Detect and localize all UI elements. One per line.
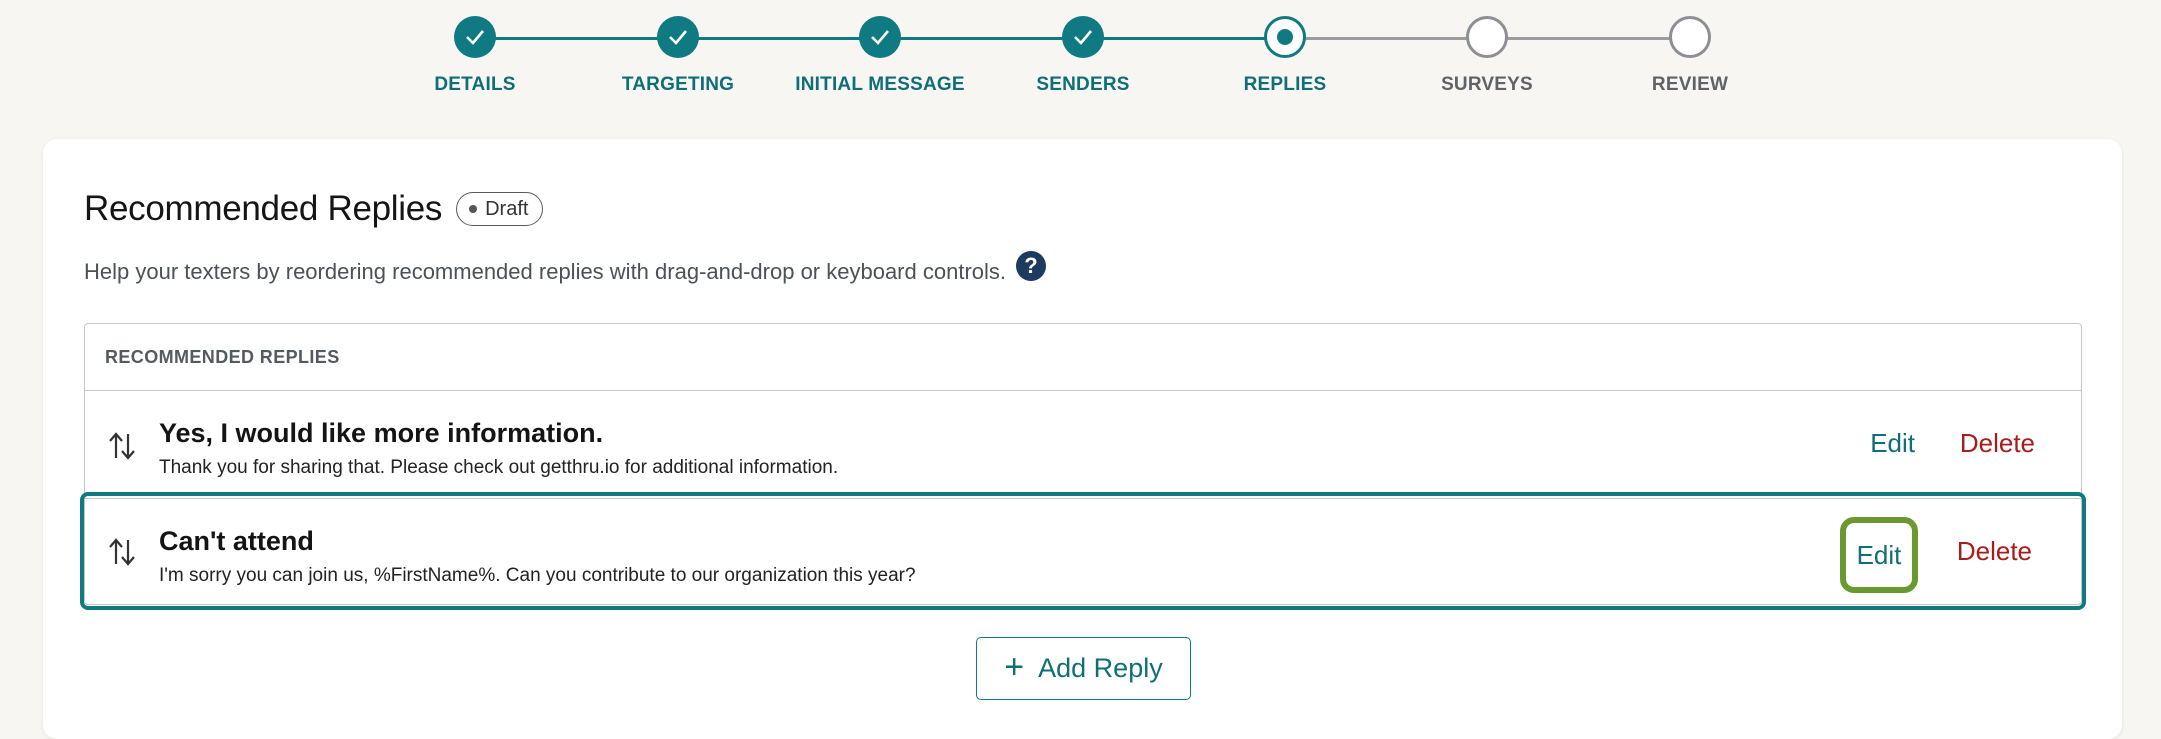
status-dot <box>469 205 478 213</box>
progress-stepper: DETAILS TARGETING INITIAL MESSAGE SENDER… <box>0 0 2161 120</box>
step-targeting[interactable]: TARGETING <box>578 16 778 96</box>
help-text: Help your texters by reordering recommen… <box>84 259 1007 284</box>
add-reply-button[interactable]: + Add Reply <box>976 637 1191 700</box>
question-circle-icon[interactable]: ? <box>1016 251 1047 281</box>
step-label: DETAILS <box>434 74 516 95</box>
reply-body: Thank you for sharing that. Please check… <box>159 457 839 478</box>
edit-button[interactable]: Edit <box>1840 517 1918 593</box>
delete-button[interactable]: Delete <box>1960 428 2035 459</box>
step-label: INITIAL MESSAGE <box>795 74 965 95</box>
add-reply-label: Add Reply <box>1038 653 1163 683</box>
delete-button[interactable]: Delete <box>1957 536 2032 567</box>
reorder-arrows-icon[interactable] <box>107 430 137 462</box>
plus-icon: + <box>1004 647 1025 686</box>
title-row: Recommended Replies Draft <box>84 189 544 229</box>
step-replies[interactable]: REPLIES <box>1185 16 1385 96</box>
page-title: Recommended Replies <box>84 189 443 228</box>
status-badge-label: Draft <box>485 197 529 220</box>
step-senders[interactable]: SENDERS <box>983 16 1183 96</box>
edit-button[interactable]: Edit <box>1864 428 1921 459</box>
status-badge: Draft <box>456 192 544 226</box>
recommended-replies-table: RECOMMENDED REPLIES Yes, I would like mo… <box>80 323 2086 610</box>
help-row: Help your texters by reordering recommen… <box>84 251 1047 287</box>
step-surveys[interactable]: SURVEYS <box>1387 16 1587 96</box>
current-step-indicator <box>1264 16 1306 58</box>
step-details[interactable]: DETAILS <box>375 16 575 96</box>
replies-card: Recommended Replies Draft Help your text… <box>43 139 2122 739</box>
reply-body: I'm sorry you can join us, %FirstName%. … <box>159 565 916 586</box>
check-icon <box>1062 16 1104 58</box>
check-icon <box>454 16 496 58</box>
step-label: SURVEYS <box>1441 74 1533 95</box>
reply-title: Can't attend <box>159 526 314 556</box>
reply-row[interactable]: Yes, I would like more information. Than… <box>85 392 2081 499</box>
table-header: RECOMMENDED REPLIES <box>85 324 2081 391</box>
step-label: REPLIES <box>1243 74 1327 95</box>
check-icon <box>657 16 699 58</box>
reply-title: Yes, I would like more information. <box>159 418 604 448</box>
step-label: TARGETING <box>621 74 735 95</box>
empty-step-indicator <box>1466 16 1508 58</box>
reply-row-focused[interactable]: Can't attend I'm sorry you can join us, … <box>80 492 2086 610</box>
step-label: SENDERS <box>1036 74 1130 95</box>
step-initial-message[interactable]: INITIAL MESSAGE <box>780 16 980 96</box>
check-icon <box>859 16 901 58</box>
empty-step-indicator <box>1669 16 1711 58</box>
step-review[interactable]: REVIEW <box>1590 16 1790 96</box>
step-label: REVIEW <box>1651 74 1729 95</box>
reorder-arrows-icon[interactable] <box>107 536 137 568</box>
